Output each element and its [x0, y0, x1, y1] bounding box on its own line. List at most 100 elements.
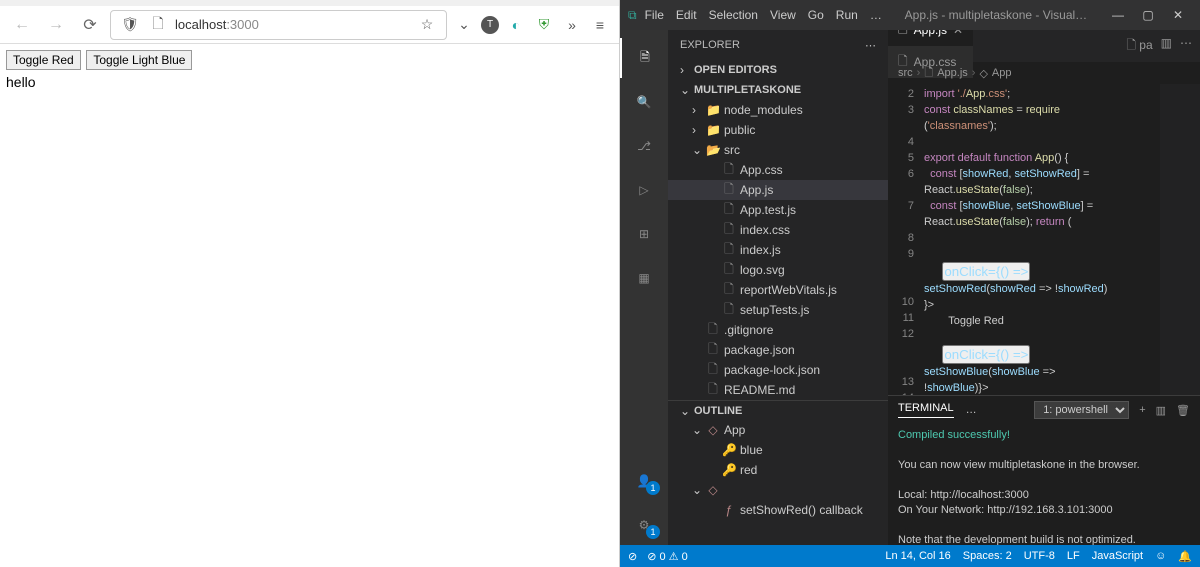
- split-editor-icon[interactable]: ▥: [1161, 36, 1172, 57]
- maximize-button[interactable]: ▢: [1134, 5, 1162, 25]
- tree-item-reportwebvitals-js[interactable]: 🗋reportWebVitals.js: [668, 280, 888, 300]
- breadcrumb[interactable]: src › 🗋 App.js › ◇ App: [888, 62, 1200, 84]
- git-icon[interactable]: ⎇: [620, 126, 668, 166]
- more-icon[interactable]: ⋯: [865, 39, 876, 52]
- minimap[interactable]: [1160, 84, 1200, 395]
- outline-blue[interactable]: 🔑blue: [668, 440, 888, 460]
- toggle-blue-button[interactable]: Toggle Light Blue: [86, 50, 192, 70]
- window-title: App.js - multipletaskone - Visual…: [890, 8, 1102, 22]
- outline-setshowred-callback[interactable]: ƒsetShowRed() callback: [668, 500, 888, 520]
- code-editor[interactable]: 23 456 7 89 101112 131415 161718 import …: [888, 84, 1200, 395]
- menu-run[interactable]: Run: [830, 8, 864, 22]
- close-button[interactable]: ✕: [1164, 5, 1192, 25]
- account-icon[interactable]: 👤1: [620, 461, 668, 501]
- toggle-red-button[interactable]: Toggle Red: [6, 50, 81, 70]
- vscode-window: ⧉ FileEditSelectionViewGoRun… App.js - m…: [620, 0, 1200, 567]
- tree-item-setuptests-js[interactable]: 🗋setupTests.js: [668, 300, 888, 320]
- forward-button[interactable]: →: [42, 11, 70, 39]
- symbol-icon: ◇: [979, 67, 987, 80]
- reload-button[interactable]: ⟳: [76, 11, 104, 39]
- remote-icon[interactable]: ▦: [620, 258, 668, 298]
- open-editors-section[interactable]: ›OPEN EDITORS: [668, 60, 888, 80]
- crumb-2: App: [992, 67, 1012, 79]
- terminal-body[interactable]: Compiled successfully! You can now view …: [888, 424, 1200, 545]
- pocket-icon[interactable]: ⌄: [453, 14, 475, 36]
- indent-status[interactable]: Spaces: 2: [963, 550, 1012, 563]
- url-bar[interactable]: 🛡 🗋 localhost:3000 ☆: [110, 10, 447, 40]
- search-icon[interactable]: 🔍: [620, 82, 668, 122]
- outline-red[interactable]: 🔑red: [668, 460, 888, 480]
- tree-item-src[interactable]: ⌄📂src: [668, 140, 888, 160]
- encoding-status[interactable]: UTF-8: [1024, 550, 1055, 563]
- sidebar: EXPLORER ⋯ ›OPEN EDITORS ⌄MULTIPLETASKON…: [668, 30, 888, 545]
- browser-toolbar: ← → ⟳ 🛡 🗋 localhost:3000 ☆ ⌄ T ◐ ⛨ » ≡: [0, 6, 619, 44]
- menu-go[interactable]: Go: [802, 8, 830, 22]
- terminal-more-icon[interactable]: …: [966, 404, 977, 416]
- terminal-tab[interactable]: TERMINAL: [898, 402, 954, 418]
- tree-item-index-css[interactable]: 🗋index.css: [668, 220, 888, 240]
- tree-item-node_modules[interactable]: ›📁node_modules: [668, 100, 888, 120]
- crumb-0: src: [898, 67, 913, 79]
- file-icon: 🗋: [924, 64, 933, 83]
- tree-item-app-js[interactable]: 🗋App.js: [668, 180, 888, 200]
- statusbar: ⊘ ⊘ 0 ⚠ 0 Ln 14, Col 16 Spaces: 2 UTF-8 …: [620, 545, 1200, 567]
- split-terminal-icon[interactable]: ▥: [1156, 404, 1166, 417]
- titlebar: ⧉ FileEditSelectionViewGoRun… App.js - m…: [620, 0, 1200, 30]
- tree-item-app-test-js[interactable]: 🗋App.test.js: [668, 200, 888, 220]
- project-root[interactable]: ⌄MULTIPLETASKONE: [668, 80, 888, 100]
- tree-item--gitignore[interactable]: 🗋.gitignore: [668, 320, 888, 340]
- explorer-label: EXPLORER: [680, 39, 740, 51]
- gear-icon[interactable]: ⚙1: [620, 505, 668, 545]
- editor-area: 🗋App.js✕🗋App.css 🗋 pa ▥ ⋯ src › 🗋 App.js…: [888, 30, 1200, 545]
- cursor-position[interactable]: Ln 14, Col 16: [885, 550, 950, 563]
- feedback-icon[interactable]: ☺: [1155, 550, 1166, 563]
- remote-status-icon[interactable]: ⊘: [628, 550, 637, 563]
- activity-bar: 🗎 🔍 ⎇ ▷ ⊞ ▦ 👤1 ⚙1: [620, 30, 668, 545]
- minimize-button[interactable]: —: [1104, 5, 1132, 25]
- gutter: 23 456 7 89 101112 131415 161718: [888, 84, 924, 395]
- url-path: :3000: [226, 17, 259, 32]
- menu-edit[interactable]: Edit: [670, 8, 703, 22]
- tree-item-index-js[interactable]: 🗋index.js: [668, 240, 888, 260]
- explorer-icon[interactable]: 🗎: [620, 38, 668, 78]
- crumb-1: App.js: [937, 67, 968, 79]
- outline--function-[interactable]: ⌄◇: [668, 480, 888, 500]
- tabs-pa-icon[interactable]: 🗋 pa: [1126, 36, 1152, 57]
- tree-item-logo-svg[interactable]: 🗋logo.svg: [668, 260, 888, 280]
- terminal-select[interactable]: 1: powershell: [1034, 401, 1129, 419]
- problems-status[interactable]: ⊘ 0 ⚠ 0: [647, 550, 687, 563]
- tab-app-js[interactable]: 🗋App.js✕: [888, 30, 973, 46]
- back-button[interactable]: ←: [8, 11, 36, 39]
- tree-item-app-css[interactable]: 🗋App.css: [668, 160, 888, 180]
- star-icon[interactable]: ☆: [416, 14, 438, 36]
- tree-item-readme-md[interactable]: 🗋README.md: [668, 380, 888, 400]
- tree-item-package-json[interactable]: 🗋package.json: [668, 340, 888, 360]
- tree-item-package-lock-json[interactable]: 🗋package-lock.json: [668, 360, 888, 380]
- file-tree: ›OPEN EDITORS ⌄MULTIPLETASKONE ›📁node_mo…: [668, 60, 888, 545]
- ext-icon-3[interactable]: ⛨: [533, 14, 555, 36]
- bell-icon[interactable]: 🔔: [1178, 550, 1192, 563]
- code-content[interactable]: import './App.css';const classNames = re…: [924, 84, 1160, 395]
- debug-icon[interactable]: ▷: [620, 170, 668, 210]
- tabs-more-icon[interactable]: ⋯: [1180, 36, 1192, 57]
- page-content: Toggle Red Toggle Light Blue hello: [0, 44, 619, 96]
- extensions-icon[interactable]: ⊞: [620, 214, 668, 254]
- menu-file[interactable]: File: [639, 8, 670, 22]
- ext-icon-2[interactable]: ◐: [505, 14, 527, 36]
- lang-status[interactable]: JavaScript: [1092, 550, 1143, 563]
- ext-icon-1[interactable]: T: [481, 16, 499, 34]
- eol-status[interactable]: LF: [1067, 550, 1080, 563]
- outline-app[interactable]: ⌄◇App: [668, 420, 888, 440]
- menu-…[interactable]: …: [864, 8, 888, 22]
- terminal-panel: TERMINAL … 1: powershell + ▥ 🗑 Compiled …: [888, 395, 1200, 545]
- url-text: localhost:3000: [175, 17, 410, 32]
- new-terminal-icon[interactable]: +: [1139, 404, 1145, 416]
- menu-view[interactable]: View: [764, 8, 802, 22]
- outline-section[interactable]: ⌄OUTLINE: [668, 400, 888, 420]
- menu-selection[interactable]: Selection: [703, 8, 764, 22]
- menu-icon[interactable]: ≡: [589, 14, 611, 36]
- overflow-icon[interactable]: »: [561, 14, 583, 36]
- tree-item-public[interactable]: ›📁public: [668, 120, 888, 140]
- kill-terminal-icon[interactable]: 🗑: [1176, 404, 1190, 417]
- vscode-logo-icon: ⧉: [628, 8, 637, 23]
